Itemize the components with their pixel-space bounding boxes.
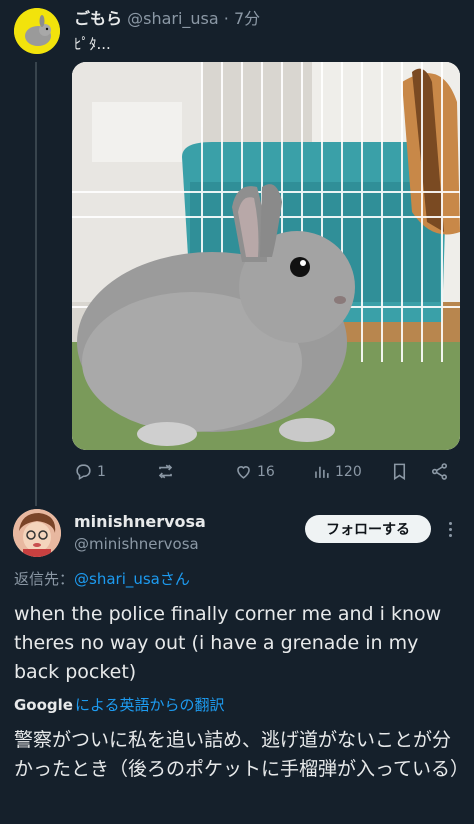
reply-count: 1	[97, 463, 106, 480]
thread-connector-line	[35, 62, 37, 506]
google-logo: Google	[14, 695, 73, 714]
translated-text: 警察がついに私を追い詰め、逃げ道がないことが分かったとき（後ろのポケットに手榴弾…	[14, 729, 470, 780]
tweet-image[interactable]	[72, 62, 460, 450]
more-options-icon[interactable]	[444, 517, 456, 541]
follow-button[interactable]: フォローする	[305, 515, 431, 543]
reply-text: when the police finally corner me and i …	[14, 603, 442, 683]
reply-to-prefix: 返信先：	[14, 570, 75, 588]
tweet-header: ごもら @shari_usa · 7分	[74, 8, 260, 30]
share-action[interactable]	[430, 462, 449, 481]
views-action[interactable]: 120	[312, 462, 362, 481]
reply-icon	[76, 464, 91, 481]
heart-icon	[237, 466, 250, 479]
share-icon	[431, 463, 448, 480]
avatar[interactable]	[13, 509, 61, 557]
like-count: 16	[257, 463, 275, 480]
handle[interactable]: @shari_usa	[127, 9, 219, 28]
tweet-text: ﾋﾟﾀ...	[74, 35, 111, 53]
rabbit-photo-icon	[72, 62, 460, 450]
handle[interactable]: @minishnervosa	[74, 535, 199, 553]
reply-action[interactable]: 1	[74, 462, 106, 481]
view-count: 120	[335, 463, 362, 480]
bookmark-action[interactable]	[390, 462, 409, 481]
bookmark-icon	[393, 463, 406, 481]
translation-attribution: Google による英語からの翻訳	[14, 694, 225, 715]
like-action[interactable]: 16	[234, 462, 275, 481]
reply-to-suffix: さん	[159, 570, 190, 588]
reply-to-handle-link[interactable]: @shari_usa	[74, 570, 160, 588]
retweet-icon	[158, 464, 173, 479]
separator: ·	[223, 9, 229, 28]
avatar[interactable]	[14, 8, 60, 54]
reply-to-line: 返信先：@shari_usaさん	[14, 568, 190, 589]
display-name[interactable]: minishnervosa	[74, 512, 206, 531]
translation-link[interactable]: による英語からの翻訳	[75, 694, 225, 715]
views-chart-icon	[315, 466, 329, 478]
retweet-action[interactable]	[156, 462, 179, 481]
tweet-actions: 1 16 120	[74, 462, 454, 486]
timestamp[interactable]: 7分	[234, 9, 260, 28]
display-name[interactable]: ごもら	[74, 9, 122, 28]
